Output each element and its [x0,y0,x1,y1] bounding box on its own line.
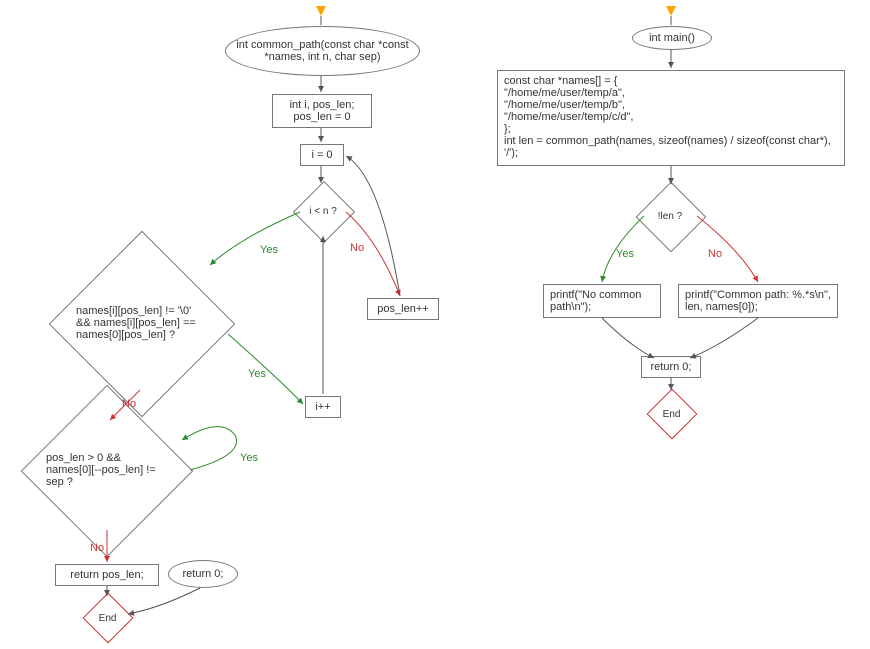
main-sig: int main() [632,26,712,50]
no-2: No [122,398,136,410]
cond-notlen-text: !len ? [658,211,682,222]
cond-notlen: !len ? [646,192,694,240]
cond-names: names[i][pos_len] != '\0' && names[i][po… [76,258,206,388]
return-zero-right-text: return 0; [651,361,692,373]
poslen-pp: pos_len++ [367,298,439,320]
end-right-text: End [663,408,681,419]
i-pp: i++ [305,396,341,418]
start-arrow-left [316,6,326,16]
yes-3: Yes [240,452,258,464]
i-zero: i = 0 [300,144,344,166]
init-vars-text: int i, pos_len; pos_len = 0 [290,99,355,123]
func-signature-text: int common_path(const char *const *names… [232,39,413,63]
return-zero-left-text: return 0; [183,568,224,580]
printf-common: printf("Common path: %.*s\n", len, names… [678,284,838,318]
flowchart-canvas: { "left_chart": { "func_sig": "int commo… [0,0,870,649]
main-body-text: const char *names[] = { "/home/me/user/t… [504,75,838,159]
printf-no: printf("No common path\n"); [543,284,661,318]
main-body: const char *names[] = { "/home/me/user/t… [497,70,845,166]
main-sig-text: int main() [649,32,695,44]
no-r: No [708,248,722,260]
i-zero-text: i = 0 [311,149,332,161]
cond-i-lt-n-text: i < n ? [309,206,337,217]
end-right: End [647,389,698,440]
printf-no-text: printf("No common path\n"); [550,289,654,313]
end-left-text: End [99,612,117,623]
init-vars: int i, pos_len; pos_len = 0 [272,94,372,128]
func-signature: int common_path(const char *const *names… [225,26,420,76]
return-poslen-text: return pos_len; [70,569,143,581]
return-poslen: return pos_len; [55,564,159,586]
cond-i-lt-n: i < n ? [302,190,344,232]
yes-r: Yes [616,248,634,260]
no-1: No [350,242,364,254]
cond-poslen-sep-text: pos_len > 0 && names[0][--pos_len] != se… [46,452,166,488]
yes-2: Yes [248,368,266,380]
printf-common-text: printf("Common path: %.*s\n", len, names… [685,289,831,313]
end-left: End [83,593,134,644]
cond-poslen-sep: pos_len > 0 && names[0][--pos_len] != se… [46,410,166,530]
cond-names-text: names[i][pos_len] != '\0' && names[i][po… [76,305,206,341]
poslen-pp-text: pos_len++ [377,303,428,315]
return-zero-left: return 0; [168,560,238,588]
start-arrow-right [666,6,676,16]
no-3: No [90,542,104,554]
yes-1: Yes [260,244,278,256]
return-zero-right: return 0; [641,356,701,378]
i-pp-text: i++ [315,401,330,413]
